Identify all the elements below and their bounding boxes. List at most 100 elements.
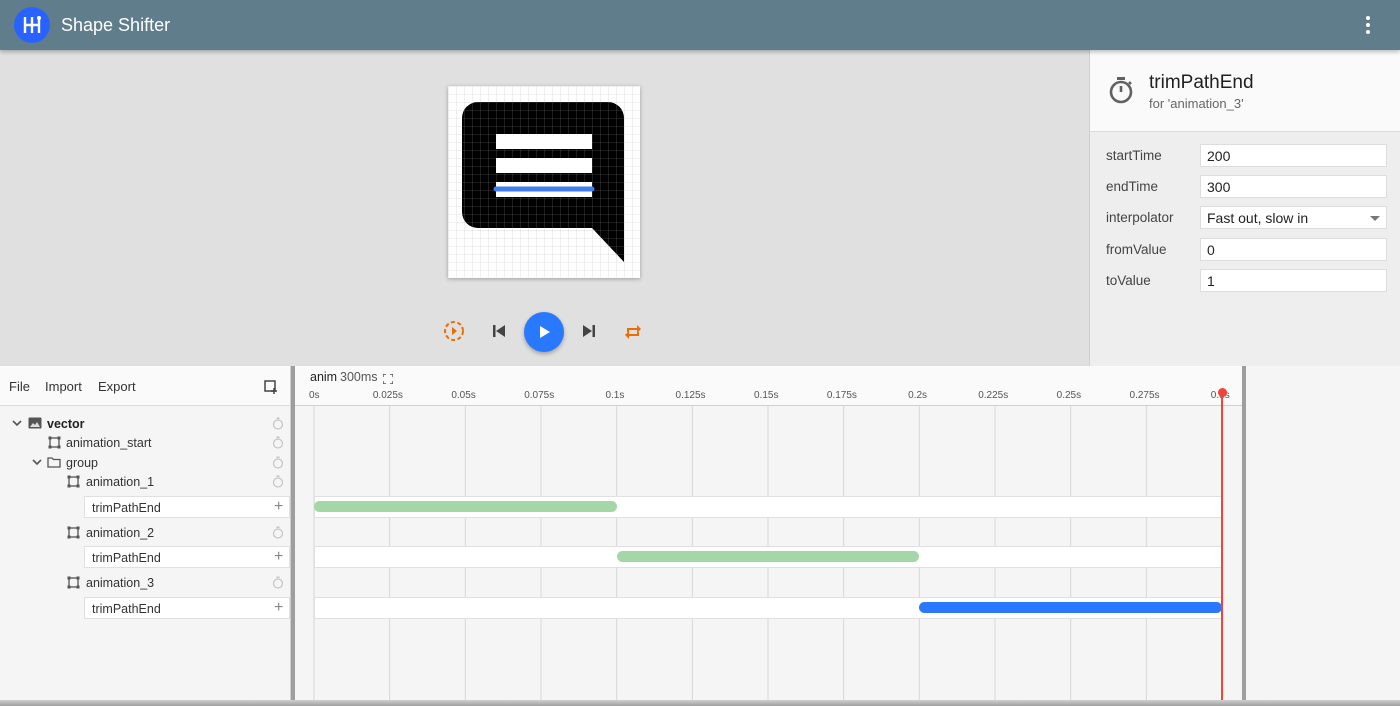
layer-label: animation_2	[86, 526, 155, 540]
layer-label: animation_3	[86, 576, 155, 590]
repeat-icon[interactable]	[622, 321, 644, 343]
playback-controls	[0, 312, 1088, 352]
play-icon	[540, 326, 550, 338]
tick-label: 0.225s	[978, 390, 1009, 401]
tick-label: 0.075s	[524, 390, 555, 401]
timer-icon[interactable]	[272, 475, 284, 491]
prop-label: fromValue	[1106, 242, 1167, 257]
playhead[interactable]	[1221, 392, 1223, 706]
tick-label: 0.25s	[1056, 390, 1082, 401]
playhead-handle[interactable]	[1217, 388, 1227, 397]
prop-label: toValue	[1106, 273, 1151, 288]
app-title: Shape Shifter	[61, 14, 171, 35]
layer-row-vector[interactable]: vector	[0, 414, 291, 434]
skip-next-icon[interactable]	[580, 322, 598, 340]
bottom-edge	[0, 700, 1400, 706]
property-row-trimpathend[interactable]: trimPathEnd +	[84, 597, 290, 619]
animation-duration[interactable]: 300ms	[340, 370, 378, 384]
tick-label: 0.2s	[908, 390, 928, 401]
add-keyframe-icon[interactable]: +	[274, 498, 283, 516]
app-logo-icon[interactable]	[14, 7, 50, 43]
prop-row-starttime: startTime 200	[1090, 144, 1400, 168]
image-icon	[28, 417, 42, 432]
animation-name[interactable]: anim	[310, 370, 337, 384]
layer-row-animation-1[interactable]: animation_1	[0, 472, 291, 492]
layer-list-panel: File Import Export vector animation_star…	[0, 366, 291, 706]
interpolator-select[interactable]: Fast out, slow in	[1200, 206, 1387, 229]
layer-label: animation_1	[86, 475, 155, 489]
layer-row-animation-start[interactable]: animation_start	[0, 433, 291, 453]
property-row-trimpathend[interactable]: trimPathEnd +	[84, 496, 290, 518]
property-row-trimpathend[interactable]: trimPathEnd +	[84, 546, 290, 568]
property-label: trimPathEnd	[92, 501, 161, 515]
add-keyframe-icon[interactable]: +	[274, 599, 283, 617]
timer-icon[interactable]	[272, 456, 284, 472]
tick-label: 0.025s	[372, 390, 403, 401]
tick-label: 0.1s	[605, 390, 625, 401]
property-label: trimPathEnd	[92, 602, 161, 616]
export-menu[interactable]: Export	[98, 379, 136, 394]
timer-icon[interactable]	[272, 576, 284, 592]
tick-label: 0.15s	[754, 390, 779, 401]
prop-row-tovalue: toValue 1	[1090, 269, 1400, 293]
skip-previous-icon[interactable]	[490, 322, 508, 340]
timeline-grid	[313, 406, 1223, 706]
interpolator-value: Fast out, slow in	[1207, 210, 1309, 226]
timeline-overflow-area	[1246, 366, 1400, 706]
vector-preview	[448, 86, 640, 278]
prop-row-interpolator: interpolator Fast out, slow in	[1090, 206, 1400, 230]
add-layer-icon[interactable]	[264, 380, 278, 399]
artboard[interactable]	[448, 86, 640, 278]
tovalue-input[interactable]: 1	[1200, 269, 1387, 292]
animation-block-selected[interactable]	[919, 602, 1222, 613]
layer-toolbar: File Import Export	[0, 366, 290, 406]
dropdown-arrow-icon	[1370, 216, 1380, 221]
expand-arrow-icon[interactable]	[11, 417, 23, 432]
path-icon	[48, 436, 61, 452]
tick-label: 0s	[309, 390, 320, 401]
folder-icon	[47, 456, 61, 471]
timer-icon[interactable]	[272, 436, 284, 452]
path-icon	[67, 475, 80, 491]
tick-label: 0.275s	[1129, 390, 1160, 401]
tick-label: 0.175s	[826, 390, 857, 401]
path-icon	[67, 576, 80, 592]
path-icon	[67, 526, 80, 542]
fullscreen-icon[interactable]	[382, 371, 394, 389]
file-menu[interactable]: File	[9, 379, 30, 394]
layer-row-animation-3[interactable]: animation_3	[0, 573, 291, 593]
starttime-input[interactable]: 200	[1200, 144, 1387, 167]
tick-label: 0.05s	[451, 390, 476, 401]
property-subtitle: for 'animation_3'	[1149, 96, 1244, 111]
layer-label: animation_start	[66, 436, 152, 450]
play-button[interactable]	[524, 312, 564, 352]
tick-label: 0.125s	[675, 390, 706, 401]
timer-icon[interactable]	[272, 526, 284, 542]
layer-row-group[interactable]: group	[0, 453, 291, 473]
expand-arrow-icon[interactable]	[31, 456, 43, 471]
layer-label: vector	[47, 417, 85, 431]
property-title: trimPathEnd	[1149, 72, 1254, 93]
prop-row-endtime: endTime 300	[1090, 175, 1400, 199]
animation-block[interactable]	[314, 501, 617, 512]
timer-icon	[1108, 76, 1134, 109]
more-vert-icon[interactable]	[1358, 15, 1378, 35]
prop-label: interpolator	[1106, 210, 1174, 225]
prop-label: endTime	[1106, 179, 1159, 194]
timeline-header: anim 300ms 0s 0.025s 0.05s 0.075s 0.1s 0.125s…	[295, 366, 1242, 406]
slow-motion-icon[interactable]	[443, 320, 465, 342]
import-menu[interactable]: Import	[45, 379, 82, 394]
add-keyframe-icon[interactable]: +	[274, 548, 283, 566]
prop-row-fromvalue: fromValue 0	[1090, 238, 1400, 262]
animation-block[interactable]	[616, 551, 920, 562]
timer-icon[interactable]	[272, 417, 284, 433]
timeline-panel: anim 300ms 0s 0.025s 0.05s 0.075s 0.1s 0.125s…	[295, 366, 1242, 706]
layer-label: group	[66, 456, 98, 470]
prop-label: startTime	[1106, 148, 1162, 163]
property-header: trimPathEnd for 'animation_3'	[1090, 50, 1400, 132]
property-inspector: trimPathEnd for 'animation_3' startTime …	[1089, 50, 1400, 366]
layer-row-animation-2[interactable]: animation_2	[0, 523, 291, 543]
canvas-area	[0, 50, 1088, 366]
fromvalue-input[interactable]: 0	[1200, 238, 1387, 261]
endtime-input[interactable]: 300	[1200, 175, 1387, 198]
